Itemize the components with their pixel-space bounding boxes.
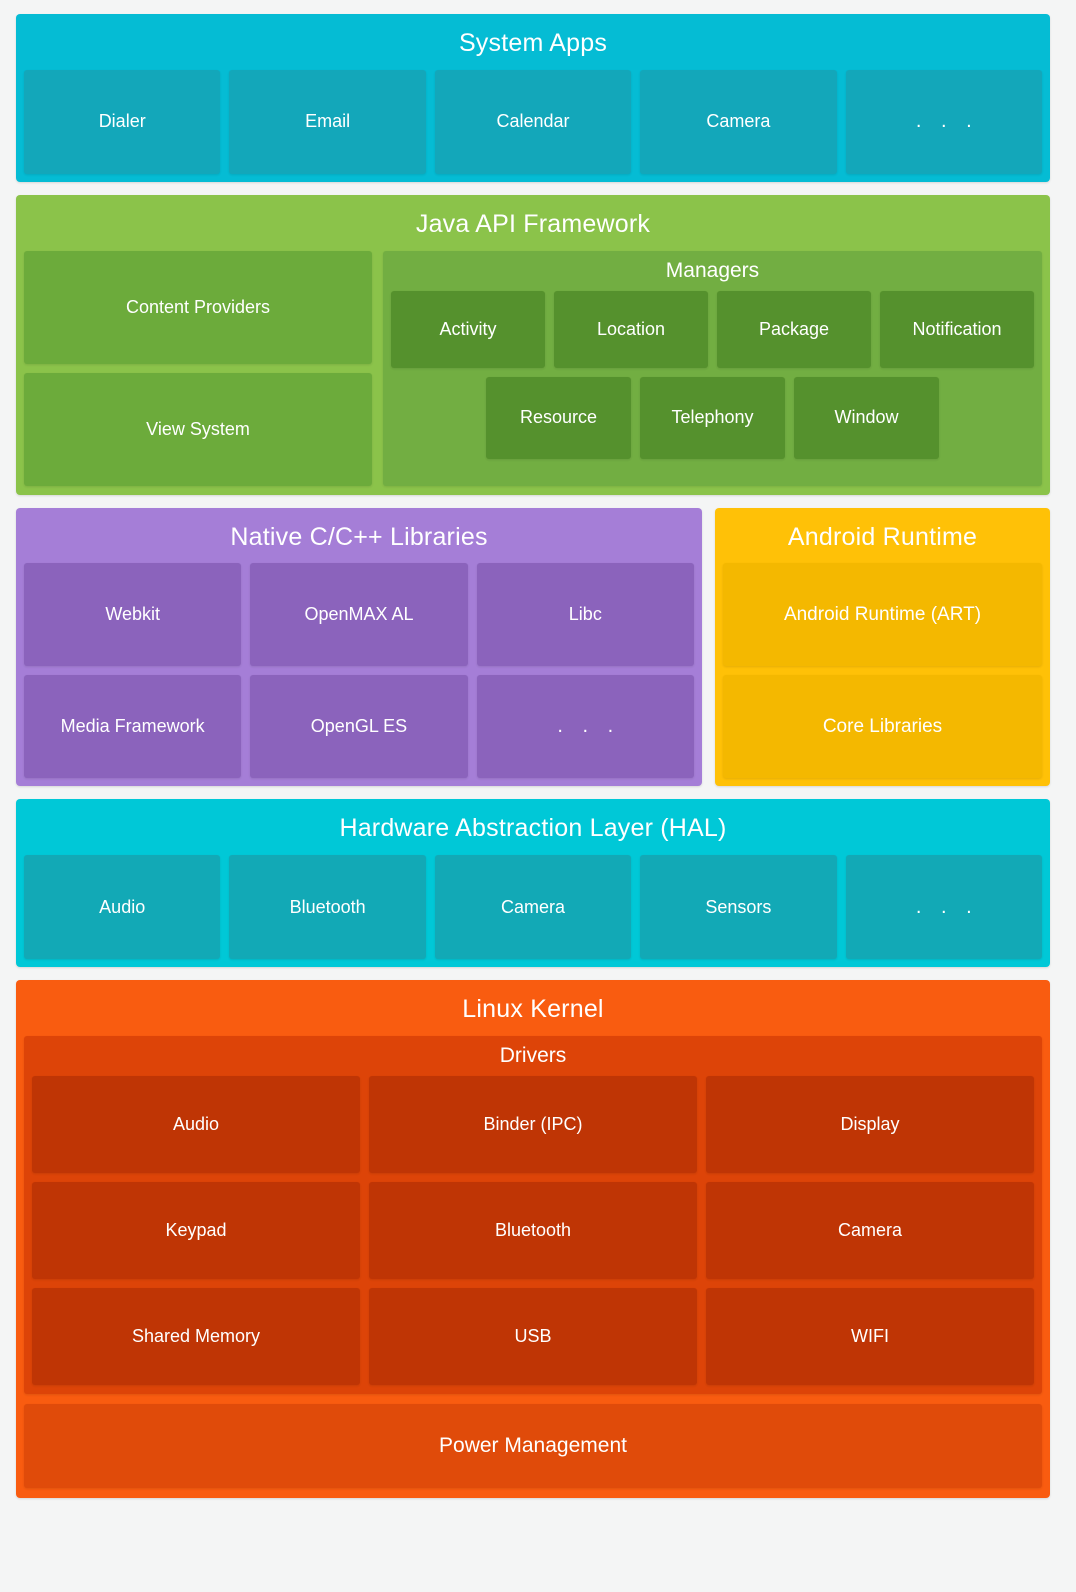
hal-camera[interactable]: Camera (434, 855, 632, 959)
layer-hardware-abstraction-layer: Hardware Abstraction Layer (HAL) Audio B… (16, 799, 1050, 967)
manager-resource[interactable]: Resource (486, 376, 631, 459)
driver-wifi[interactable]: WIFI (706, 1287, 1034, 1385)
manager-package[interactable]: Package (717, 290, 871, 368)
system-app-dialer[interactable]: Dialer (24, 69, 221, 174)
runtime-core-libraries[interactable]: Core Libraries (723, 675, 1042, 779)
native-lib-openmax-al[interactable]: OpenMAX AL (250, 563, 468, 667)
framework-view-system[interactable]: View System (24, 372, 372, 486)
layer-title-linux-kernel: Linux Kernel (462, 995, 604, 1023)
driver-display[interactable]: Display (706, 1075, 1034, 1173)
power-management-block[interactable]: Power Management (24, 1403, 1042, 1488)
manager-activity[interactable]: Activity (391, 290, 545, 368)
driver-binder-ipc[interactable]: Binder (IPC) (369, 1075, 697, 1173)
system-app-email[interactable]: Email (229, 69, 426, 174)
android-architecture-diagram: System Apps Dialer Email Calendar Camera… (0, 0, 1076, 1592)
java-framework-left-column: Content Providers View System (24, 250, 372, 486)
drivers-title: Drivers (499, 1043, 567, 1067)
driver-audio[interactable]: Audio (32, 1075, 360, 1173)
layer-title-native-libraries: Native C/C++ Libraries (230, 522, 488, 551)
layer-linux-kernel: Linux Kernel Drivers Audio Binder (IPC) … (16, 980, 1050, 1498)
native-lib-media-framework[interactable]: Media Framework (24, 675, 242, 779)
layer-title-hal: Hardware Abstraction Layer (HAL) (339, 814, 727, 843)
driver-shared-memory[interactable]: Shared Memory (32, 1287, 360, 1385)
native-lib-opengl-es[interactable]: OpenGL ES (250, 675, 468, 779)
runtime-art[interactable]: Android Runtime (ART) (723, 563, 1042, 667)
driver-keypad[interactable]: Keypad (32, 1181, 360, 1279)
native-lib-libc[interactable]: Libc (476, 563, 694, 667)
hal-more[interactable]: . . . (845, 855, 1043, 959)
manager-window[interactable]: Window (794, 376, 939, 459)
layer-native-c-cpp-libraries: Native C/C++ Libraries Webkit OpenMAX AL… (16, 507, 702, 787)
layer-title-java-api-framework: Java API Framework (415, 209, 651, 238)
manager-notification[interactable]: Notification (880, 290, 1034, 368)
drivers-row-2: Keypad Bluetooth Camera (32, 1181, 1034, 1279)
framework-content-providers[interactable]: Content Providers (24, 250, 372, 364)
system-apps-row: Dialer Email Calendar Camera . . . (24, 69, 1043, 174)
managers-panel: Managers Activity Location Package Notif… (383, 250, 1042, 486)
layer-java-api-framework: Java API Framework Content Providers Vie… (16, 194, 1050, 495)
hal-audio[interactable]: Audio (24, 855, 221, 959)
managers-row-2: Resource Telephony Window (391, 376, 1034, 459)
middle-band: Native C/C++ Libraries Webkit OpenMAX AL… (16, 507, 1050, 787)
drivers-row-1: Audio Binder (IPC) Display (32, 1075, 1034, 1173)
managers-title: Managers (665, 258, 760, 282)
driver-usb[interactable]: USB (369, 1287, 697, 1385)
driver-camera[interactable]: Camera (706, 1181, 1034, 1279)
layer-title-android-runtime: Android Runtime (787, 522, 978, 551)
system-app-camera[interactable]: Camera (640, 69, 837, 174)
managers-row-1: Activity Location Package Notification (391, 290, 1034, 368)
manager-telephony[interactable]: Telephony (640, 376, 785, 459)
java-framework-body: Content Providers View System Managers A… (24, 250, 1042, 486)
drivers-row-3: Shared Memory USB WIFI (32, 1287, 1034, 1385)
hal-row: Audio Bluetooth Camera Sensors . . . (24, 855, 1043, 959)
layer-android-runtime: Android Runtime Android Runtime (ART) Co… (715, 507, 1050, 787)
native-lib-more[interactable]: . . . (476, 675, 694, 779)
layer-title-system-apps: System Apps (458, 29, 608, 57)
native-libraries-row-2: Media Framework OpenGL ES . . . (24, 675, 694, 779)
native-lib-webkit[interactable]: Webkit (24, 563, 242, 667)
driver-bluetooth[interactable]: Bluetooth (369, 1181, 697, 1279)
hal-bluetooth[interactable]: Bluetooth (229, 855, 426, 959)
manager-location[interactable]: Location (554, 290, 708, 368)
system-app-more[interactable]: . . . (845, 69, 1043, 174)
hal-sensors[interactable]: Sensors (640, 855, 837, 959)
native-libraries-row-1: Webkit OpenMAX AL Libc (24, 563, 694, 667)
drivers-panel: Drivers Audio Binder (IPC) Display Keypa… (24, 1035, 1042, 1394)
layer-system-apps: System Apps Dialer Email Calendar Camera… (16, 14, 1050, 182)
system-app-calendar[interactable]: Calendar (434, 69, 632, 174)
